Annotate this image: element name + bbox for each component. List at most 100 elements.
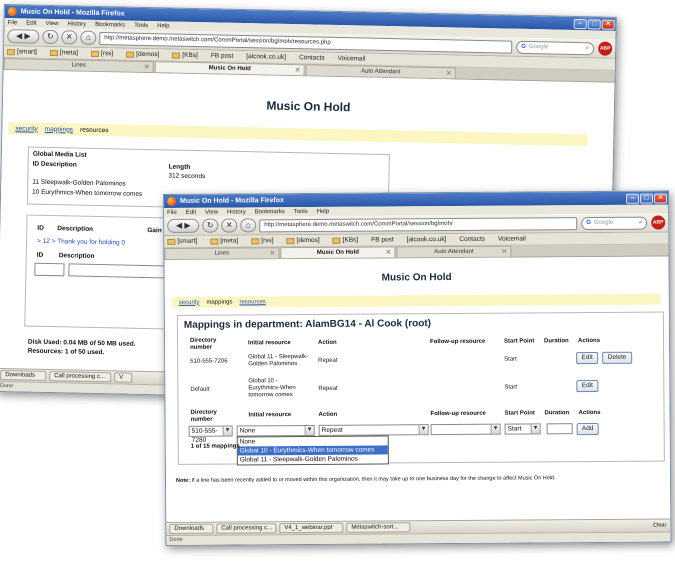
menu-bookmarks[interactable]: Bookmarks: [95, 21, 125, 28]
bookmark-fb-post[interactable]: FB post: [371, 236, 393, 243]
chevron-down-icon: ▼: [530, 424, 540, 434]
tab-auto-attendant[interactable]: Auto Attendant ✕: [396, 245, 512, 258]
bookmark-kbs[interactable]: [KBs]: [332, 237, 358, 244]
edit-button[interactable]: Edit: [576, 379, 599, 393]
close-button[interactable]: ✕: [601, 19, 615, 30]
clear-downloads-button[interactable]: Clear: [653, 522, 666, 528]
new-followup-select[interactable]: ▼: [430, 423, 501, 436]
maximize-button[interactable]: □: [640, 193, 654, 204]
menu-bookmarks[interactable]: Bookmarks: [255, 209, 285, 215]
new-id-input[interactable]: [34, 262, 65, 277]
bookmark-voicemail[interactable]: Voicemail: [498, 235, 526, 242]
bookmark-demos[interactable]: [demos]: [286, 237, 320, 244]
task-call-processing[interactable]: Call processing c...: [216, 523, 277, 534]
new-description-input[interactable]: [68, 263, 169, 279]
add-button[interactable]: Add: [576, 422, 599, 436]
maximize-button[interactable]: □: [587, 18, 601, 29]
dropdown-option[interactable]: Global 11 - Sleepwalk-Golden Palominos: [238, 454, 388, 464]
adblock-icon[interactable]: ABP: [651, 215, 666, 230]
bookmark-contacts[interactable]: Contacts: [459, 236, 485, 243]
nav-resources-link[interactable]: resources: [239, 299, 265, 305]
menu-view[interactable]: View: [205, 209, 218, 215]
task-item[interactable]: V: [114, 372, 133, 383]
bookmark-meta[interactable]: [meta]: [49, 49, 78, 57]
new-start-point-select[interactable]: Start ▼: [504, 423, 541, 435]
close-button[interactable]: ✕: [654, 192, 668, 204]
menu-file[interactable]: File: [167, 209, 177, 215]
bookmark-rss[interactable]: [rss]: [90, 50, 113, 57]
mapping-count: 1 of 15 mappings: [190, 443, 240, 450]
home-icon[interactable]: ⌂: [240, 218, 257, 233]
task-metaswitch-sort[interactable]: Metaswitch-sort...: [346, 522, 411, 533]
task-webinar-ppt[interactable]: V4_1_webinar.ppt: [279, 522, 344, 534]
task-downloads[interactable]: Downloads: [169, 523, 214, 534]
bookmark-alcook[interactable]: [alcook.co.uk]: [246, 53, 286, 61]
bookmark-demos[interactable]: [demos]: [126, 51, 159, 58]
search-icon: ⌕: [585, 44, 590, 51]
bookmark-alcook[interactable]: [alcook.co.uk]: [407, 236, 447, 243]
tab-close-icon: ✕: [445, 70, 452, 78]
folder-icon: [251, 237, 260, 244]
folder-icon: [286, 237, 295, 244]
menu-help[interactable]: Help: [317, 208, 329, 214]
reload-icon[interactable]: ↻: [42, 29, 59, 45]
back-forward-button[interactable]: ◀ ▶: [7, 29, 40, 44]
menu-file[interactable]: File: [8, 20, 18, 26]
new-directory-number-select[interactable]: 510-555-7280 ▼: [188, 425, 233, 444]
home-icon[interactable]: ⌂: [80, 30, 97, 45]
menu-tools[interactable]: Tools: [294, 208, 308, 214]
new-action-select[interactable]: Repeat ▼: [318, 424, 429, 436]
url-bar[interactable]: http://metasphere.demo.metaswitch.com/Co…: [259, 216, 578, 232]
col-directory-number: Directory number: [190, 337, 217, 351]
bookmark-rss[interactable]: [rss]: [251, 237, 274, 244]
menu-tools[interactable]: Tools: [134, 22, 148, 28]
adblock-icon[interactable]: ABP: [598, 41, 613, 56]
row-action: Repeat: [318, 385, 338, 392]
nav-security-link[interactable]: security: [15, 125, 38, 132]
stop-icon[interactable]: ✕: [61, 30, 78, 45]
folder-icon: [49, 49, 58, 56]
tab-close-icon: ✕: [385, 249, 392, 257]
bookmark-voicemail[interactable]: Voicemail: [338, 55, 366, 63]
col-length: Length: [168, 163, 191, 171]
row-directory-number: Default: [190, 386, 210, 393]
bookmark-smart[interactable]: [smart]: [6, 48, 37, 56]
menu-edit[interactable]: Edit: [26, 20, 36, 26]
page-title: Music On Hold: [266, 98, 351, 115]
back-forward-button[interactable]: ◀ ▶: [167, 218, 200, 233]
media-row: 11 Sleepwalk-Golden Palominos: [32, 178, 126, 188]
front-browser-window: Music On Hold - Mozilla Firefox – □ ✕ Fi…: [163, 190, 672, 546]
resource-row-link[interactable]: > 12 > Thank you for holding 0: [37, 238, 125, 247]
menu-history[interactable]: History: [227, 209, 246, 215]
col-actions: Actions: [578, 337, 601, 345]
reload-icon[interactable]: ↻: [202, 218, 219, 233]
initial-resource-dropdown: None Global 10 - Eurythmics-When tomorro…: [236, 435, 389, 466]
bookmark-meta[interactable]: [meta]: [210, 237, 238, 245]
bookmark-kbs[interactable]: [KBs]: [172, 52, 198, 59]
tab-close-icon: ✕: [294, 67, 301, 75]
menu-view[interactable]: View: [46, 20, 59, 26]
search-input[interactable]: G Google ⌕: [581, 216, 648, 230]
new-duration-input[interactable]: [546, 423, 573, 435]
col-initial-resource: Initial resource: [248, 340, 291, 347]
task-downloads[interactable]: Downloads: [0, 370, 47, 381]
nav-mappings-link[interactable]: mappings: [45, 125, 73, 133]
stop-icon[interactable]: ✕: [221, 218, 238, 233]
menu-history[interactable]: History: [67, 21, 86, 27]
tab-lines[interactable]: Lines ✕: [164, 247, 280, 259]
menu-help[interactable]: Help: [157, 23, 169, 29]
delete-button[interactable]: Delete: [602, 351, 633, 364]
new-initial-resource-select[interactable]: None ▼: [236, 424, 315, 437]
bookmark-fb-post[interactable]: FB post: [211, 52, 234, 59]
tab-music-on-hold[interactable]: Music On Hold ✕: [280, 246, 396, 259]
task-call-processing[interactable]: Call processing c...: [49, 371, 112, 383]
minimize-button[interactable]: –: [573, 18, 587, 29]
bookmark-smart[interactable]: [smart]: [167, 238, 197, 245]
page-content: Music On Hold security mappings resource…: [164, 256, 671, 520]
minimize-button[interactable]: –: [626, 193, 640, 204]
nav-security-link[interactable]: security: [179, 299, 200, 305]
bookmark-contacts[interactable]: Contacts: [299, 54, 325, 62]
edit-button[interactable]: Edit: [576, 351, 599, 365]
menu-edit[interactable]: Edit: [186, 209, 196, 215]
search-input[interactable]: G Google ⌕: [516, 40, 595, 55]
